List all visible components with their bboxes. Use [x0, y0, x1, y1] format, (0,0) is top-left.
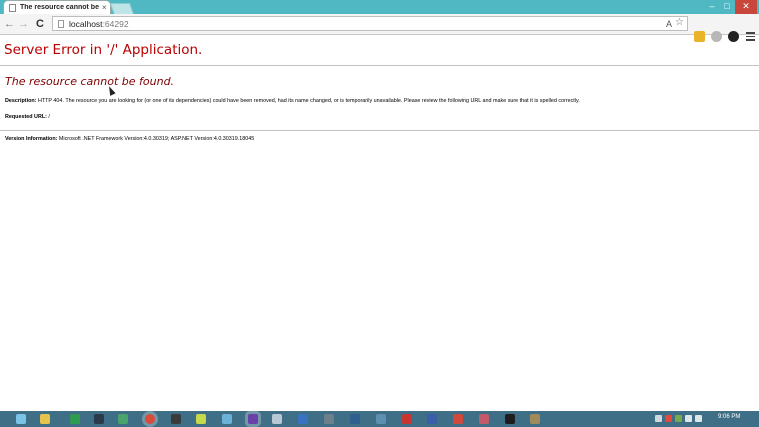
requested-url-value: /: [46, 114, 50, 120]
app-icon[interactable]: [530, 414, 540, 424]
version-text: Microsoft .NET Framework Version:4.0.303…: [57, 136, 255, 142]
error-subtitle: The resource cannot be found.: [5, 75, 175, 88]
address-url[interactable]: localhost:64292: [69, 18, 129, 30]
title-divider: [0, 65, 759, 66]
camera-icon[interactable]: [272, 414, 282, 424]
browser-title-bar: The resource cannot be fo × – □ ✕: [0, 0, 759, 15]
menu-icon[interactable]: [746, 32, 755, 43]
version-line: Version Information: Microsoft .NET Fram…: [5, 136, 254, 142]
page-icon: [9, 3, 16, 12]
address-bar[interactable]: localhost:64292 A ☆: [52, 16, 688, 31]
calculator-icon[interactable]: [324, 414, 334, 424]
tray-icon[interactable]: [655, 415, 662, 422]
volume-icon[interactable]: [695, 415, 702, 422]
version-divider: [0, 130, 759, 131]
page-title: Server Error in '/' Application.: [4, 42, 203, 58]
app-icon[interactable]: [479, 414, 489, 424]
torrent-icon[interactable]: [196, 414, 206, 424]
yellow-extension-icon[interactable]: [694, 31, 705, 42]
tab-close-icon[interactable]: ×: [102, 3, 107, 12]
browser-toolbar: ← → C localhost:64292 A ☆: [0, 14, 759, 42]
page-icon: [58, 20, 64, 28]
app-icon[interactable]: [376, 414, 386, 424]
description-line: Description: HTTP 404. The resource you …: [5, 98, 580, 104]
explorer-icon[interactable]: [40, 414, 50, 424]
steam-icon[interactable]: [94, 414, 104, 424]
close-window-button[interactable]: ✕: [735, 0, 757, 14]
tray-icon[interactable]: [675, 415, 682, 422]
excel-icon[interactable]: [70, 414, 80, 424]
dark-extension-icon[interactable]: [728, 31, 739, 42]
network-icon[interactable]: [685, 415, 692, 422]
gray-extension-icon[interactable]: [711, 31, 722, 42]
taskbar: 9:06 PM: [0, 411, 759, 427]
app-icon[interactable]: [453, 414, 463, 424]
version-label: Version Information:: [5, 136, 58, 142]
description-label: Description:: [5, 98, 37, 104]
minimize-button[interactable]: –: [705, 0, 719, 14]
chrome-icon[interactable]: [145, 414, 155, 424]
media-icon[interactable]: [171, 414, 181, 424]
app-icon[interactable]: [298, 414, 308, 424]
tab-title: The resource cannot be fo: [20, 4, 100, 11]
filezilla-icon[interactable]: [402, 414, 412, 424]
bookmark-star-icon[interactable]: ☆: [675, 17, 684, 29]
forward-arrow-icon[interactable]: →: [18, 16, 29, 32]
font-icon[interactable]: A: [666, 18, 672, 30]
browser-tab[interactable]: The resource cannot be fo ×: [4, 1, 110, 14]
back-arrow-icon[interactable]: ←: [4, 16, 15, 32]
app-icon[interactable]: [427, 414, 437, 424]
description-text: HTTP 404. The resource you are looking f…: [36, 98, 580, 104]
tray-icon[interactable]: [665, 415, 672, 422]
visual-studio-icon[interactable]: [248, 414, 258, 424]
taskbar-clock[interactable]: 9:06 PM: [718, 414, 740, 420]
app-icon[interactable]: [222, 414, 232, 424]
app-icon[interactable]: [350, 414, 360, 424]
requested-url-label: Requested URL:: [5, 114, 47, 120]
start-icon[interactable]: [16, 414, 26, 424]
terminal-icon[interactable]: [505, 414, 515, 424]
app-icon[interactable]: [118, 414, 128, 424]
maximize-button[interactable]: □: [720, 0, 734, 14]
requested-url-line: Requested URL: /: [5, 114, 50, 120]
reload-icon[interactable]: C: [36, 16, 44, 32]
